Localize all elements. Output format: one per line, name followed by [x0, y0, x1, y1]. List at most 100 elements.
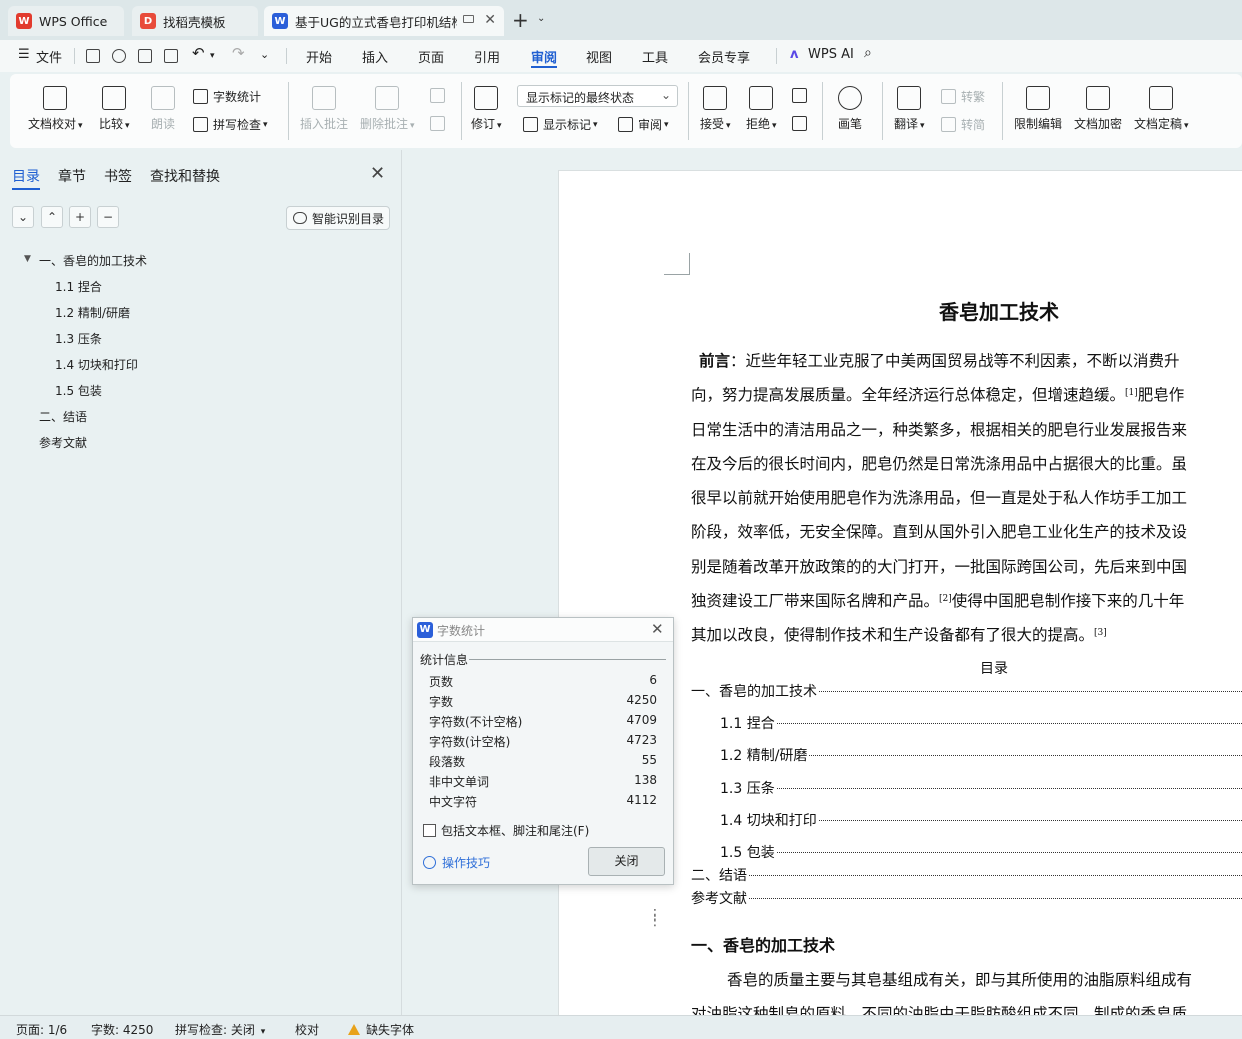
- checkbox-box[interactable]: [423, 824, 436, 837]
- doc-check-button[interactable]: 文档校对 ▾: [28, 86, 83, 132]
- nav-toc-item[interactable]: 参考文献: [39, 434, 87, 451]
- caret-down-icon[interactable]: ▼: [24, 254, 31, 264]
- nav-toc-item[interactable]: 1.5 包装: [55, 382, 102, 399]
- chevron-down-icon[interactable]: ⌄: [537, 13, 545, 24]
- undo-dropdown-icon[interactable]: ▾: [210, 51, 215, 61]
- menu-wps-ai[interactable]: WPS AI: [808, 47, 854, 62]
- doc-paragraph-line[interactable]: 对油脂这种制皂的原料。不同的油脂由于脂肪酸组成不同，制成的香皂质: [691, 1002, 1187, 1015]
- doc-paragraph-line[interactable]: 独资建设工厂带来国际名牌和产品。[2]使得中国肥皂制作接下来的几十年: [691, 589, 1184, 611]
- doc-toc-entry[interactable]: 参考文献: [691, 888, 1242, 908]
- dialog-titlebar[interactable]: W 字数统计 ✕: [413, 618, 673, 642]
- doc-toc-entry[interactable]: 1.4 切块和打印: [720, 810, 1242, 830]
- print-icon[interactable]: [138, 49, 152, 63]
- redo-icon[interactable]: ↷: [232, 44, 245, 62]
- nav-tab-toc[interactable]: 目录: [12, 166, 40, 186]
- doc-paragraph-line[interactable]: 其加以改良，使得制作技术和生产设备都有了很大的提高。[3]: [691, 623, 1107, 645]
- word-count-button[interactable]: 字数统计: [193, 88, 261, 105]
- hamburger-icon[interactable]: ☰: [18, 47, 30, 62]
- nav-tab-chapters[interactable]: 章节: [58, 166, 86, 186]
- doc-toc-entry[interactable]: 1.5 包装: [720, 842, 1242, 862]
- smart-toc-button[interactable]: 智能识别目录: [286, 206, 390, 230]
- show-markup-button[interactable]: 显示标记 ▾: [523, 116, 598, 133]
- compare-button[interactable]: 比较 ▾: [99, 86, 130, 132]
- pen-button[interactable]: 画笔: [838, 86, 862, 132]
- doc-paragraph-line[interactable]: 日常生活中的清洁用品之一，种类繁多，根据相关的肥皂行业发展报告来: [691, 418, 1187, 440]
- new-tab-icon[interactable]: +: [512, 8, 529, 32]
- tips-link[interactable]: 操作技巧: [423, 854, 490, 871]
- tab-wps-office[interactable]: W WPS Office: [8, 6, 124, 36]
- doc-toc-entry[interactable]: 1.3 压条: [720, 778, 1242, 798]
- finalize-button[interactable]: 文档定稿 ▾: [1134, 86, 1189, 132]
- menu-reference[interactable]: 引用: [474, 47, 500, 66]
- menu-member[interactable]: 会员专享: [698, 47, 750, 66]
- menu-view[interactable]: 视图: [586, 47, 612, 66]
- close-button[interactable]: 关闭: [588, 847, 665, 876]
- nav-toc-item[interactable]: 1.2 精制/研磨: [55, 304, 130, 321]
- undo-icon[interactable]: ↶: [192, 44, 205, 62]
- doc-paragraph-line[interactable]: 阶段，效率低，无安全保障。直到从国外引入肥皂工业化生产的技术及设: [691, 520, 1187, 542]
- delete-comment-button[interactable]: 删除批注 ▾: [360, 86, 415, 132]
- doc-paragraph-line[interactable]: 香皂的质量主要与其皂基组成有关，即与其所使用的油脂原料组成有: [727, 968, 1192, 990]
- encrypt-button[interactable]: 文档加密: [1074, 86, 1122, 132]
- menu-review[interactable]: 审阅: [531, 47, 557, 66]
- search-icon[interactable]: ⌕: [864, 45, 872, 61]
- translate-button[interactable]: 翻译 ▾: [894, 86, 925, 132]
- nav-toc-item[interactable]: 1.1 捏合: [55, 278, 102, 295]
- remove-heading-button[interactable]: −: [97, 206, 119, 228]
- doc-toc-entry[interactable]: 二、结语: [691, 865, 1242, 885]
- accept-button[interactable]: 接受 ▾: [700, 86, 731, 132]
- include-textbox-checkbox[interactable]: 包括文本框、脚注和尾注(F): [423, 822, 589, 839]
- share-icon[interactable]: [112, 49, 126, 63]
- close-tab-icon[interactable]: ✕: [484, 12, 496, 28]
- nav-toc-item[interactable]: 1.3 压条: [55, 330, 102, 347]
- doc-toc-entry[interactable]: 1.1 捏合: [720, 713, 1242, 733]
- revise-button[interactable]: 修订 ▾: [471, 86, 502, 132]
- menu-insert[interactable]: 插入: [362, 47, 388, 66]
- read-aloud-button[interactable]: 朗读: [151, 86, 175, 132]
- next-change-button[interactable]: [792, 116, 812, 131]
- proof-status[interactable]: 校对: [295, 1021, 319, 1038]
- nav-toc-item[interactable]: 1.4 切块和打印: [55, 356, 138, 373]
- doc-paragraph-line[interactable]: 很早以前就开始使用肥皂作为洗涤用品，但一直是处于私人作坊手工加工: [691, 486, 1187, 508]
- doc-paragraph-line[interactable]: 别是随着改革开放政策的的大门打开，一批国际跨国公司，先后来到中国: [691, 555, 1187, 577]
- restrict-edit-button[interactable]: 限制编辑: [1014, 86, 1062, 132]
- menu-page[interactable]: 页面: [418, 47, 444, 66]
- spell-check-status[interactable]: 拼写检查: 关闭 ▾: [175, 1021, 265, 1038]
- nav-toc-item[interactable]: 二、结语: [39, 408, 87, 425]
- page-indicator[interactable]: 页面: 1/6: [16, 1021, 67, 1038]
- more-chevron-icon[interactable]: ⌄: [260, 48, 269, 61]
- close-icon[interactable]: ✕: [370, 163, 385, 184]
- doc-paragraph-line[interactable]: 在及今后的很长时间内，肥皂仍然是日常洗涤用品中占据很大的比重。虽: [691, 452, 1187, 474]
- insert-comment-button[interactable]: 插入批注: [300, 86, 348, 132]
- doc-paragraph-line[interactable]: 向，努力提高发展质量。全年经济运行总体稳定，但增速趋缓。[1]肥皂作: [691, 383, 1184, 405]
- close-icon[interactable]: ✕: [651, 620, 664, 638]
- drag-handle-icon[interactable]: ⋮ ⋮: [648, 908, 662, 928]
- doc-paragraph-line[interactable]: 前言：近些年轻工业克服了中美两国贸易战等不利因素，不断以消费升: [699, 349, 1180, 371]
- nav-tab-bookmarks[interactable]: 书签: [104, 166, 132, 186]
- save-icon[interactable]: [86, 49, 100, 63]
- prev-comment-button[interactable]: [430, 88, 450, 103]
- spell-check-button[interactable]: 拼写检查 ▾: [193, 116, 268, 133]
- monitor-icon[interactable]: [463, 15, 474, 23]
- to-traditional-button[interactable]: 转繁: [941, 88, 985, 105]
- collapse-all-button[interactable]: ⌄: [12, 206, 34, 228]
- tab-docer[interactable]: D 找稻壳模板: [132, 6, 258, 36]
- menu-start[interactable]: 开始: [306, 47, 332, 66]
- word-count-indicator[interactable]: 字数: 4250: [91, 1021, 153, 1038]
- reject-button[interactable]: 拒绝 ▾: [746, 86, 777, 132]
- print-preview-icon[interactable]: [164, 49, 178, 63]
- nav-toc-item[interactable]: 一、香皂的加工技术: [39, 252, 147, 269]
- menu-tools[interactable]: 工具: [642, 47, 668, 66]
- doc-toc-entry[interactable]: 一、香皂的加工技术: [691, 681, 1242, 701]
- next-comment-button[interactable]: [430, 116, 450, 131]
- review-pane-button[interactable]: 审阅 ▾: [618, 116, 669, 133]
- tab-document[interactable]: W 基于UG的立式香皂打印机结构 ✕: [264, 6, 504, 36]
- add-heading-button[interactable]: +: [69, 206, 91, 228]
- markup-state-select[interactable]: 显示标记的最终状态 ⌄: [517, 85, 678, 107]
- prev-change-button[interactable]: [792, 88, 812, 103]
- missing-font-status[interactable]: 缺失字体: [348, 1021, 414, 1038]
- menu-file[interactable]: 文件: [36, 47, 62, 66]
- to-simplified-button[interactable]: 转简: [941, 116, 985, 133]
- expand-up-button[interactable]: ⌃: [41, 206, 63, 228]
- nav-tab-find-replace[interactable]: 查找和替换: [150, 166, 220, 186]
